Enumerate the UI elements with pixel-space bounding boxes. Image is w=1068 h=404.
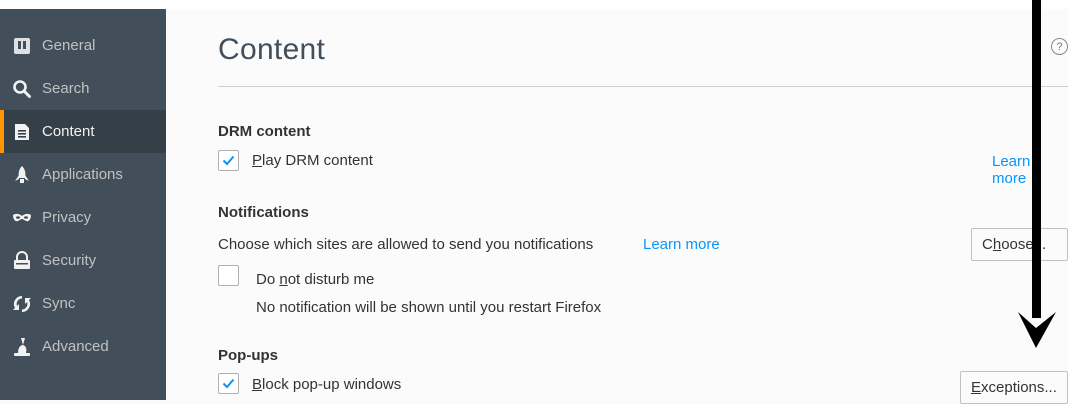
sidebar-item-label: Search bbox=[42, 80, 90, 97]
privacy-icon bbox=[13, 213, 31, 222]
sync-icon bbox=[13, 295, 31, 313]
divider bbox=[218, 86, 1068, 87]
sidebar-item-content[interactable]: Content bbox=[0, 110, 166, 153]
do-not-disturb-note: No notification will be shown until you … bbox=[256, 299, 602, 316]
block-popups-checkbox[interactable] bbox=[218, 373, 239, 394]
general-icon bbox=[14, 38, 30, 54]
sidebar-item-security[interactable]: Security bbox=[0, 239, 166, 282]
notifications-learn-more-link[interactable]: Learn more bbox=[643, 236, 720, 253]
drm-section-title: DRM content bbox=[218, 123, 311, 140]
search-icon bbox=[13, 80, 31, 98]
security-icon bbox=[14, 251, 30, 269]
sidebar-item-label: Applications bbox=[42, 166, 123, 183]
checkmark-icon bbox=[222, 155, 235, 166]
page-title: Content bbox=[218, 33, 326, 66]
drm-checkbox-label: Play DRM content bbox=[252, 152, 373, 169]
sidebar-item-applications[interactable]: Applications bbox=[0, 153, 166, 196]
annotation-arrow-line bbox=[1032, 0, 1041, 318]
top-band bbox=[0, 0, 1068, 9]
help-icon[interactable]: ? bbox=[1051, 38, 1068, 55]
sidebar: General Search Content Applications Priv… bbox=[0, 9, 166, 400]
block-popups-label: Block pop-up windows bbox=[252, 376, 402, 393]
sidebar-item-search[interactable]: Search bbox=[0, 67, 166, 110]
do-not-disturb-checkbox[interactable] bbox=[218, 265, 239, 286]
sidebar-item-label: Content bbox=[42, 123, 95, 140]
drm-checkbox[interactable] bbox=[218, 150, 239, 171]
sidebar-item-privacy[interactable]: Privacy bbox=[0, 196, 166, 239]
exceptions-button[interactable]: Exceptions... bbox=[960, 371, 1068, 404]
sidebar-item-label: Sync bbox=[42, 295, 76, 312]
sidebar-item-advanced[interactable]: Advanced bbox=[0, 325, 166, 368]
annotation-arrow-head-icon bbox=[1018, 312, 1056, 348]
do-not-disturb-label: Do not disturb me bbox=[256, 271, 375, 288]
drm-learn-more-link[interactable]: Learn more bbox=[992, 153, 1068, 187]
content-icon bbox=[15, 124, 29, 140]
sidebar-item-sync[interactable]: Sync bbox=[0, 282, 166, 325]
applications-icon bbox=[15, 166, 29, 183]
notifications-description: Choose which sites are allowed to send y… bbox=[218, 236, 594, 253]
sidebar-item-label: Security bbox=[42, 252, 97, 269]
notifications-section-title: Notifications bbox=[218, 204, 309, 221]
choose-button[interactable]: Choose... bbox=[971, 228, 1068, 261]
sidebar-item-general[interactable]: General bbox=[0, 24, 166, 67]
advanced-icon bbox=[14, 338, 30, 356]
content-pane: Content ? DRM content Play DRM content L… bbox=[166, 9, 1068, 404]
sidebar-item-label: Advanced bbox=[42, 338, 109, 355]
sidebar-item-label: Privacy bbox=[42, 209, 92, 226]
checkmark-icon bbox=[222, 378, 235, 389]
popups-section-title: Pop-ups bbox=[218, 347, 278, 364]
sidebar-item-label: General bbox=[42, 37, 96, 54]
